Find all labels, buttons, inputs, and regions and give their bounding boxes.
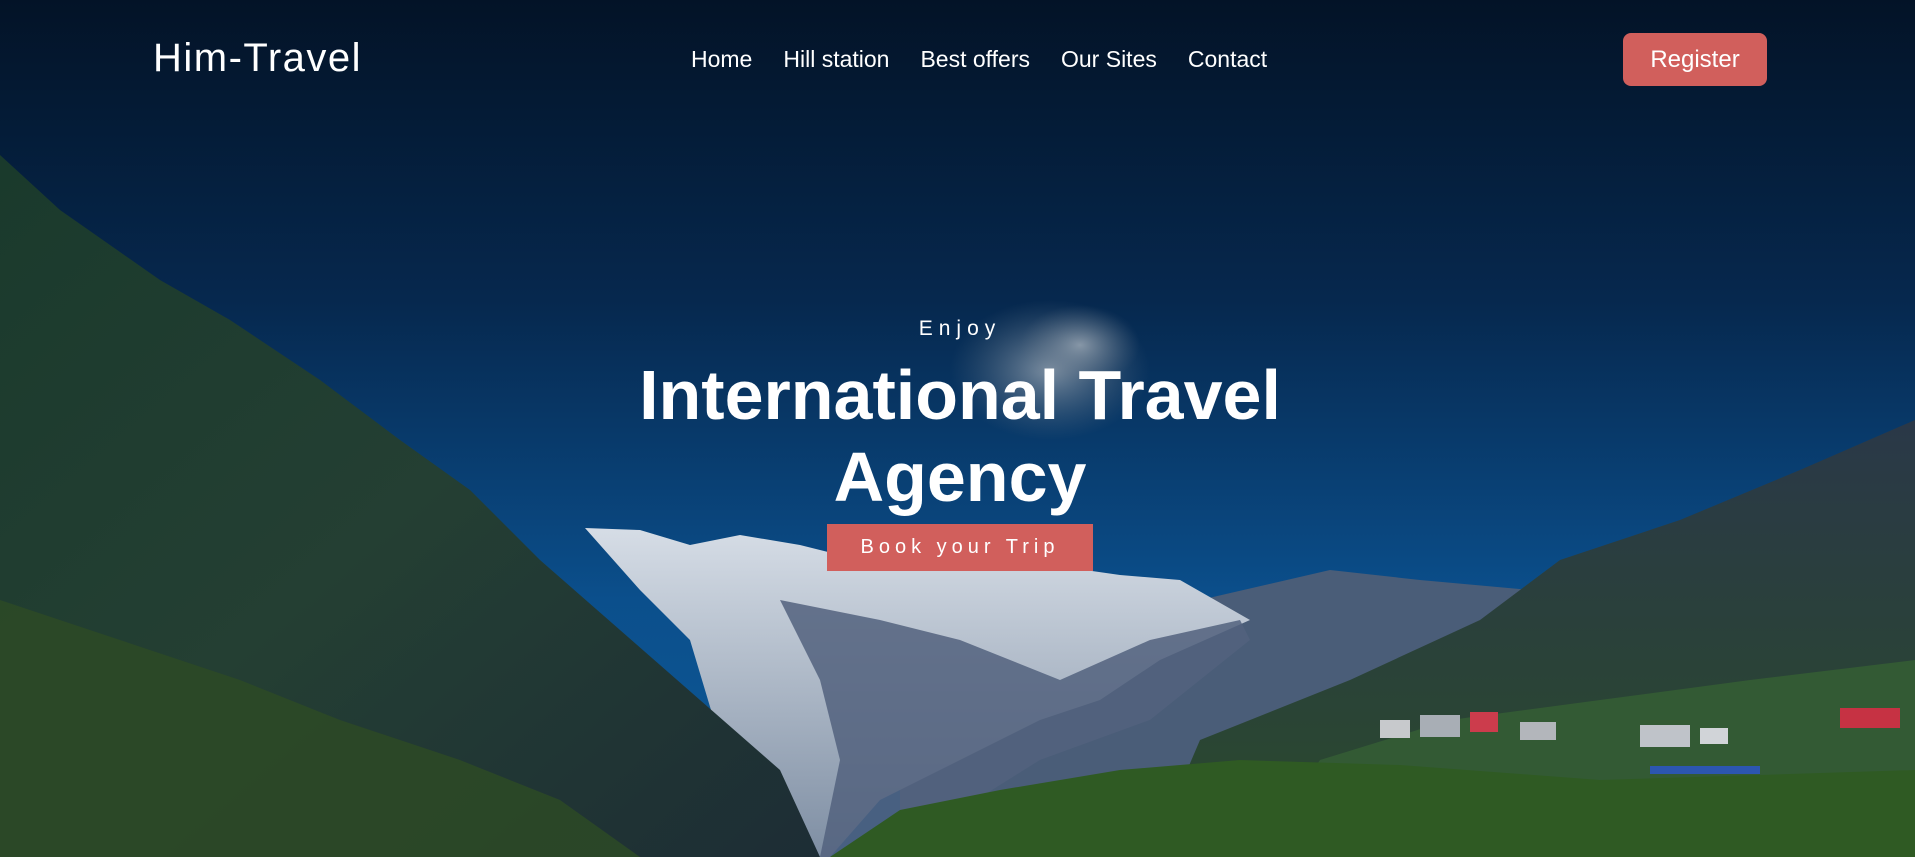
nav-home[interactable]: Home xyxy=(691,46,752,73)
hero-eyebrow: Enjoy xyxy=(918,317,1002,340)
site-logo[interactable]: Him-Travel xyxy=(153,36,362,81)
hero-content: Enjoy International Travel Agency Book y… xyxy=(560,314,1360,571)
nav-contact[interactable]: Contact xyxy=(1188,46,1267,73)
top-navbar: Him-Travel Home Hill station Best offers… xyxy=(0,0,1915,120)
main-nav: Home Hill station Best offers Our Sites … xyxy=(691,46,1267,73)
hero-section: Him-Travel Home Hill station Best offers… xyxy=(0,0,1915,857)
book-trip-button[interactable]: Book your Trip xyxy=(827,524,1093,571)
nav-hill-station[interactable]: Hill station xyxy=(783,46,889,73)
hero-title: International Travel Agency xyxy=(639,356,1281,516)
nav-our-sites[interactable]: Our Sites xyxy=(1061,46,1157,73)
register-button[interactable]: Register xyxy=(1623,33,1767,86)
nav-best-offers[interactable]: Best offers xyxy=(920,46,1030,73)
